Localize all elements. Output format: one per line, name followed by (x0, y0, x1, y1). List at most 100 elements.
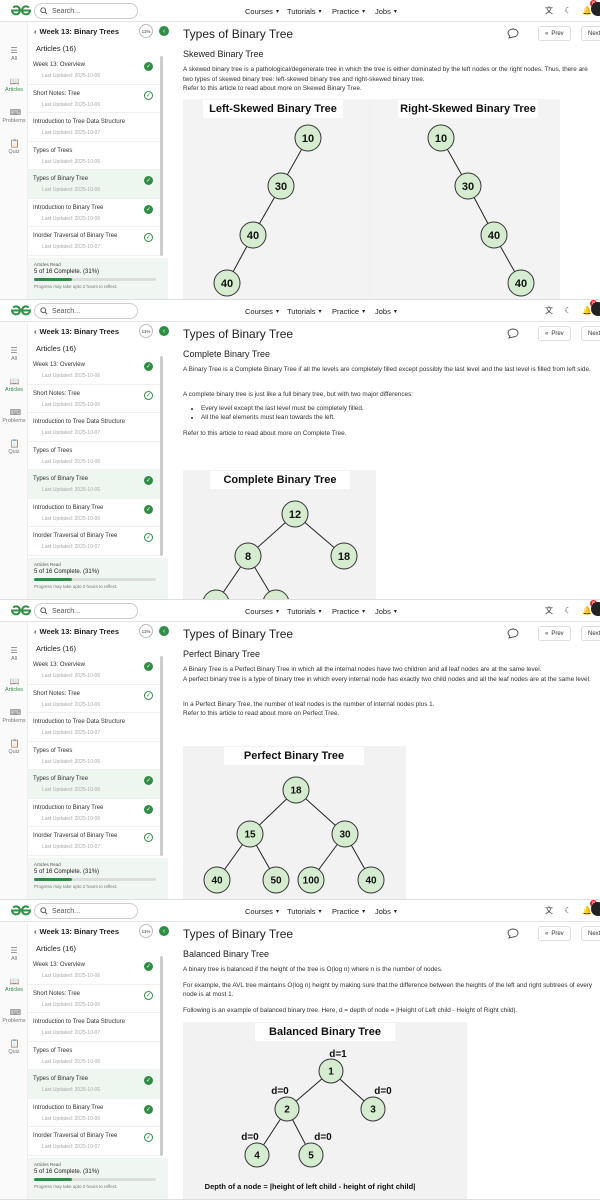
comment-icon[interactable] (507, 328, 519, 339)
back-chevron-icon[interactable]: ‹ (34, 27, 37, 36)
rail-item-all[interactable]: ☰ All (0, 346, 28, 362)
search-input[interactable]: Search... (34, 303, 138, 319)
dark-mode-icon[interactable]: ☾ (563, 4, 573, 16)
rail-item-quiz[interactable]: 📋 Quiz (0, 739, 28, 755)
next-button[interactable]: Next (581, 926, 600, 941)
article-item[interactable]: Introduction to Tree Data Structure Last … (28, 1013, 160, 1042)
rail-item-problems[interactable]: ⌨ Problems (0, 108, 28, 124)
next-button[interactable]: Next (581, 626, 600, 641)
nav-courses[interactable]: Courses ▾ (245, 600, 279, 622)
collapse-sidebar-button[interactable]: ‹ (159, 326, 169, 336)
article-item[interactable]: Week 13: Overview Last Updated: 2025-10-0… (28, 956, 160, 985)
article-item[interactable]: Types of Trees Last Updated: 2025-10-06 (28, 142, 160, 170)
next-button[interactable]: Next (581, 326, 600, 341)
dark-mode-icon[interactable]: ☾ (563, 304, 573, 316)
article-item[interactable]: Short Notes: Tree Last Updated: 2025-10-0… (28, 985, 160, 1013)
article-item[interactable]: Types of Binary Tree Last Updated: 2025-1… (28, 170, 160, 199)
dark-mode-icon[interactable]: ☾ (563, 904, 573, 916)
back-chevron-icon[interactable]: ‹ (34, 927, 37, 936)
article-item[interactable]: Inorder Traversal of Binary Tree Last Upd… (28, 827, 160, 856)
article-item[interactable]: Introduction to Tree Data Structure Last … (28, 113, 160, 142)
prev-button[interactable]: « Prev (538, 926, 571, 941)
next-button[interactable]: Next (581, 26, 600, 41)
back-chevron-icon[interactable]: ‹ (34, 627, 37, 636)
nav-practice[interactable]: Practice ▾ (332, 900, 365, 922)
search-input[interactable]: Search... (34, 3, 138, 19)
translate-icon[interactable]: 文 (544, 4, 554, 16)
sidebar-scrollbar[interactable] (160, 656, 163, 856)
collapse-sidebar-button[interactable]: ‹ (159, 626, 169, 636)
nav-jobs[interactable]: Jobs ▾ (375, 0, 397, 22)
nav-practice[interactable]: Practice ▾ (332, 0, 365, 22)
comment-icon[interactable] (507, 628, 519, 639)
rail-item-all[interactable]: ☰ All (0, 946, 28, 962)
rail-item-problems[interactable]: ⌨ Problems (0, 408, 28, 424)
comment-icon[interactable] (507, 928, 519, 939)
article-item[interactable]: Introduction to Binary Tree Last Updated:… (28, 199, 160, 227)
rail-item-quiz[interactable]: 📋 Quiz (0, 1039, 28, 1055)
back-chevron-icon[interactable]: ‹ (34, 327, 37, 336)
rail-item-articles[interactable]: 📖 Articles (0, 977, 28, 993)
translate-icon[interactable]: 文 (544, 304, 554, 316)
sidebar-scrollbar[interactable] (160, 356, 163, 556)
article-item[interactable]: Week 13: Overview Last Updated: 2025-10-0… (28, 56, 160, 85)
rail-item-articles[interactable]: 📖 Articles (0, 677, 28, 693)
prev-button[interactable]: « Prev (538, 326, 571, 341)
article-item[interactable]: Introduction to Tree Data Structure Last … (28, 413, 160, 442)
article-item[interactable]: Types of Binary Tree Last Updated: 2025-1… (28, 770, 160, 799)
article-item[interactable]: Types of Binary Tree Last Updated: 2025-1… (28, 1070, 160, 1099)
user-avatar[interactable] (591, 602, 600, 616)
nav-tutorials[interactable]: Tutorials ▾ (287, 300, 322, 322)
search-input[interactable]: Search... (34, 603, 138, 619)
article-item[interactable]: Types of Trees Last Updated: 2025-10-06 (28, 442, 160, 470)
nav-practice[interactable]: Practice ▾ (332, 600, 365, 622)
comment-icon[interactable] (507, 28, 519, 39)
article-item[interactable]: Week 13: Overview Last Updated: 2025-10-0… (28, 356, 160, 385)
rail-item-quiz[interactable]: 📋 Quiz (0, 439, 28, 455)
nav-tutorials[interactable]: Tutorials ▾ (287, 0, 322, 22)
article-item[interactable]: Short Notes: Tree Last Updated: 2025-10-0… (28, 85, 160, 113)
user-avatar[interactable] (591, 902, 600, 916)
rail-item-articles[interactable]: 📖 Articles (0, 377, 28, 393)
sidebar-scrollbar[interactable] (160, 956, 163, 1156)
user-avatar[interactable] (591, 2, 600, 16)
gfg-logo-icon[interactable] (9, 4, 33, 17)
rail-item-problems[interactable]: ⌨ Problems (0, 708, 28, 724)
article-item[interactable]: Inorder Traversal of Binary Tree Last Upd… (28, 227, 160, 256)
gfg-logo-icon[interactable] (9, 304, 33, 317)
collapse-sidebar-button[interactable]: ‹ (159, 926, 169, 936)
nav-jobs[interactable]: Jobs ▾ (375, 600, 397, 622)
gfg-logo-icon[interactable] (9, 904, 33, 917)
nav-courses[interactable]: Courses ▾ (245, 300, 279, 322)
user-avatar[interactable] (591, 302, 600, 316)
article-item[interactable]: Inorder Traversal of Binary Tree Last Upd… (28, 527, 160, 556)
article-item[interactable]: Inorder Traversal of Binary Tree Last Upd… (28, 1127, 160, 1156)
nav-tutorials[interactable]: Tutorials ▾ (287, 900, 322, 922)
search-input[interactable]: Search... (34, 903, 138, 919)
nav-tutorials[interactable]: Tutorials ▾ (287, 600, 322, 622)
article-item[interactable]: Introduction to Binary Tree Last Updated:… (28, 499, 160, 527)
rail-item-all[interactable]: ☰ All (0, 646, 28, 662)
translate-icon[interactable]: 文 (544, 904, 554, 916)
sidebar-scrollbar[interactable] (160, 56, 163, 256)
nav-jobs[interactable]: Jobs ▾ (375, 300, 397, 322)
rail-item-articles[interactable]: 📖 Articles (0, 77, 28, 93)
dark-mode-icon[interactable]: ☾ (563, 604, 573, 616)
article-item[interactable]: Types of Trees Last Updated: 2025-10-06 (28, 742, 160, 770)
rail-item-problems[interactable]: ⌨ Problems (0, 1008, 28, 1024)
rail-item-quiz[interactable]: 📋 Quiz (0, 139, 28, 155)
article-item[interactable]: Introduction to Binary Tree Last Updated:… (28, 1099, 160, 1127)
article-item[interactable]: Introduction to Binary Tree Last Updated:… (28, 799, 160, 827)
nav-jobs[interactable]: Jobs ▾ (375, 900, 397, 922)
article-item[interactable]: Short Notes: Tree Last Updated: 2025-10-0… (28, 385, 160, 413)
gfg-logo-icon[interactable] (9, 604, 33, 617)
collapse-sidebar-button[interactable]: ‹ (159, 26, 169, 36)
article-item[interactable]: Types of Trees Last Updated: 2025-10-06 (28, 1042, 160, 1070)
prev-button[interactable]: « Prev (538, 26, 571, 41)
article-item[interactable]: Short Notes: Tree Last Updated: 2025-10-0… (28, 685, 160, 713)
article-item[interactable]: Types of Binary Tree Last Updated: 2025-1… (28, 470, 160, 499)
nav-courses[interactable]: Courses ▾ (245, 900, 279, 922)
article-item[interactable]: Week 13: Overview Last Updated: 2025-10-0… (28, 656, 160, 685)
prev-button[interactable]: « Prev (538, 626, 571, 641)
nav-courses[interactable]: Courses ▾ (245, 0, 279, 22)
